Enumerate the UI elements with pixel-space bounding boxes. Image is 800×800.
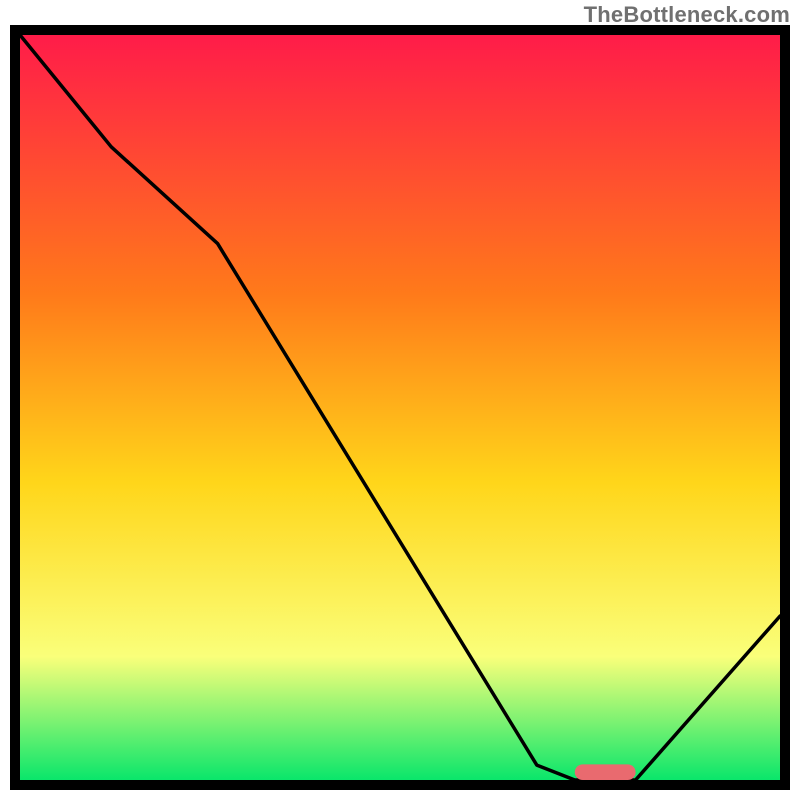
plot-area <box>10 25 790 790</box>
gradient-background <box>15 30 785 785</box>
optimum-marker <box>575 764 636 780</box>
bottleneck-chart <box>10 25 790 790</box>
chart-frame: TheBottleneck.com <box>0 0 800 800</box>
